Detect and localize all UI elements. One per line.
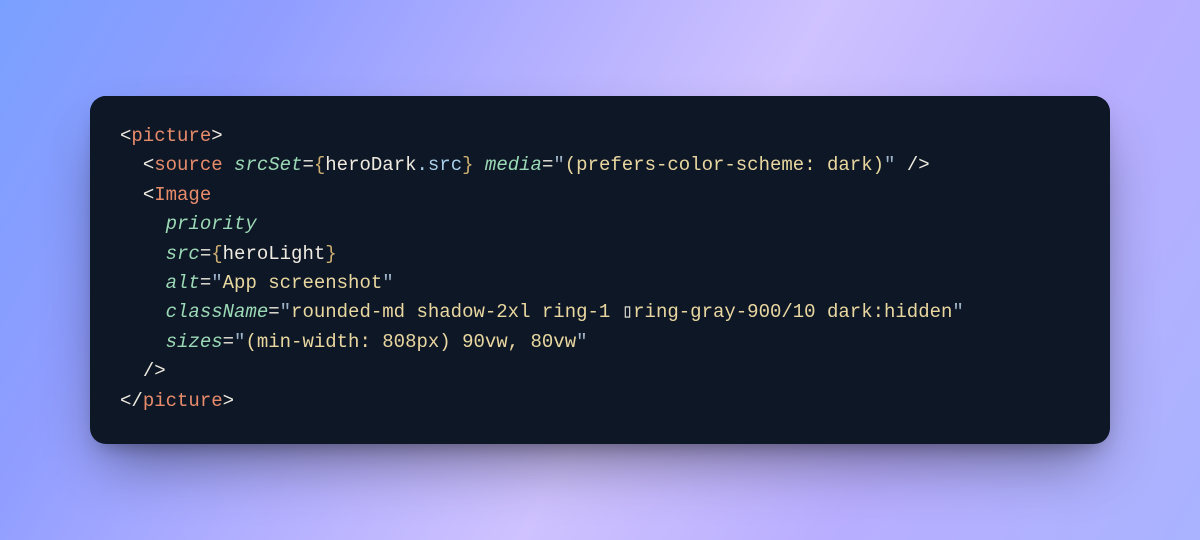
token-punc: > — [211, 125, 222, 147]
token-punc: = — [200, 243, 211, 265]
token-attr: sizes — [166, 331, 223, 353]
token-attr: src — [166, 243, 200, 265]
token-tag: picture — [143, 390, 223, 412]
token-punc: < — [143, 154, 154, 176]
token-q: " — [234, 331, 245, 353]
token-punc: </ — [120, 390, 143, 412]
top-fade-overlay — [90, 96, 1110, 118]
code-line: src={heroLight} — [120, 243, 337, 265]
token-brace: } — [325, 243, 336, 265]
token-attr: priority — [166, 213, 257, 235]
token-q: " — [576, 331, 587, 353]
token-punc: /> — [143, 360, 166, 382]
token-punc: = — [302, 154, 313, 176]
token-q: " — [553, 154, 564, 176]
token-tag: picture — [131, 125, 211, 147]
code-block: <picture> <source srcSet={heroDark.src} … — [120, 122, 1080, 416]
code-line: </picture> — [120, 390, 234, 412]
token-str: (min-width: 808px) 90vw, 80vw — [245, 331, 576, 353]
code-line: <source srcSet={heroDark.src} media="(pr… — [120, 154, 930, 176]
token-expr: heroLight — [223, 243, 326, 265]
code-line: alt="App screenshot" — [120, 272, 394, 294]
token-q: " — [952, 301, 963, 323]
token-prop: .src — [417, 154, 463, 176]
token-q: " — [382, 272, 393, 294]
token-punc: < — [120, 125, 131, 147]
code-line: sizes="(min-width: 808px) 90vw, 80vw" — [120, 331, 588, 353]
token-attr: className — [166, 301, 269, 323]
code-line: /> — [120, 360, 166, 382]
code-line: <Image — [120, 184, 211, 206]
token-q: " — [884, 154, 895, 176]
token-str: rounded-md shadow-2xl ring-1 — [291, 301, 622, 323]
token-q: " — [280, 301, 291, 323]
token-str: (prefers-color-scheme: dark) — [565, 154, 884, 176]
code-card: ‿ ‿ ‿ ‿ ‿ ͵ <picture> <source srcSet={he… — [90, 96, 1110, 444]
token-attr: media — [485, 154, 542, 176]
token-punc: = — [223, 331, 234, 353]
token-punc: /> — [895, 154, 929, 176]
token-attr: alt — [166, 272, 200, 294]
token-brace: { — [211, 243, 222, 265]
token-tag: Image — [154, 184, 211, 206]
token-punc: > — [223, 390, 234, 412]
token-punc — [474, 154, 485, 176]
token-attr: srcSet — [234, 154, 302, 176]
cutoff-previous-line: ‿ ‿ ‿ ‿ ‿ ͵ — [120, 100, 1080, 116]
token-punc — [223, 154, 234, 176]
token-punc: = — [200, 272, 211, 294]
code-line: className="rounded-md shadow-2xl ring-1 … — [120, 301, 964, 323]
token-str: App screenshot — [223, 272, 383, 294]
code-line: priority — [120, 213, 257, 235]
token-brace: } — [462, 154, 473, 176]
token-str: ring-gray-900/10 dark:hidden — [633, 301, 952, 323]
token-q: " — [211, 272, 222, 294]
token-expr: heroDark — [325, 154, 416, 176]
code-line: <picture> — [120, 125, 223, 147]
token-punc: < — [143, 184, 154, 206]
token-box: ▯ — [622, 301, 633, 323]
token-punc: = — [542, 154, 553, 176]
token-brace: { — [314, 154, 325, 176]
token-punc: = — [268, 301, 279, 323]
token-tag: source — [154, 154, 222, 176]
